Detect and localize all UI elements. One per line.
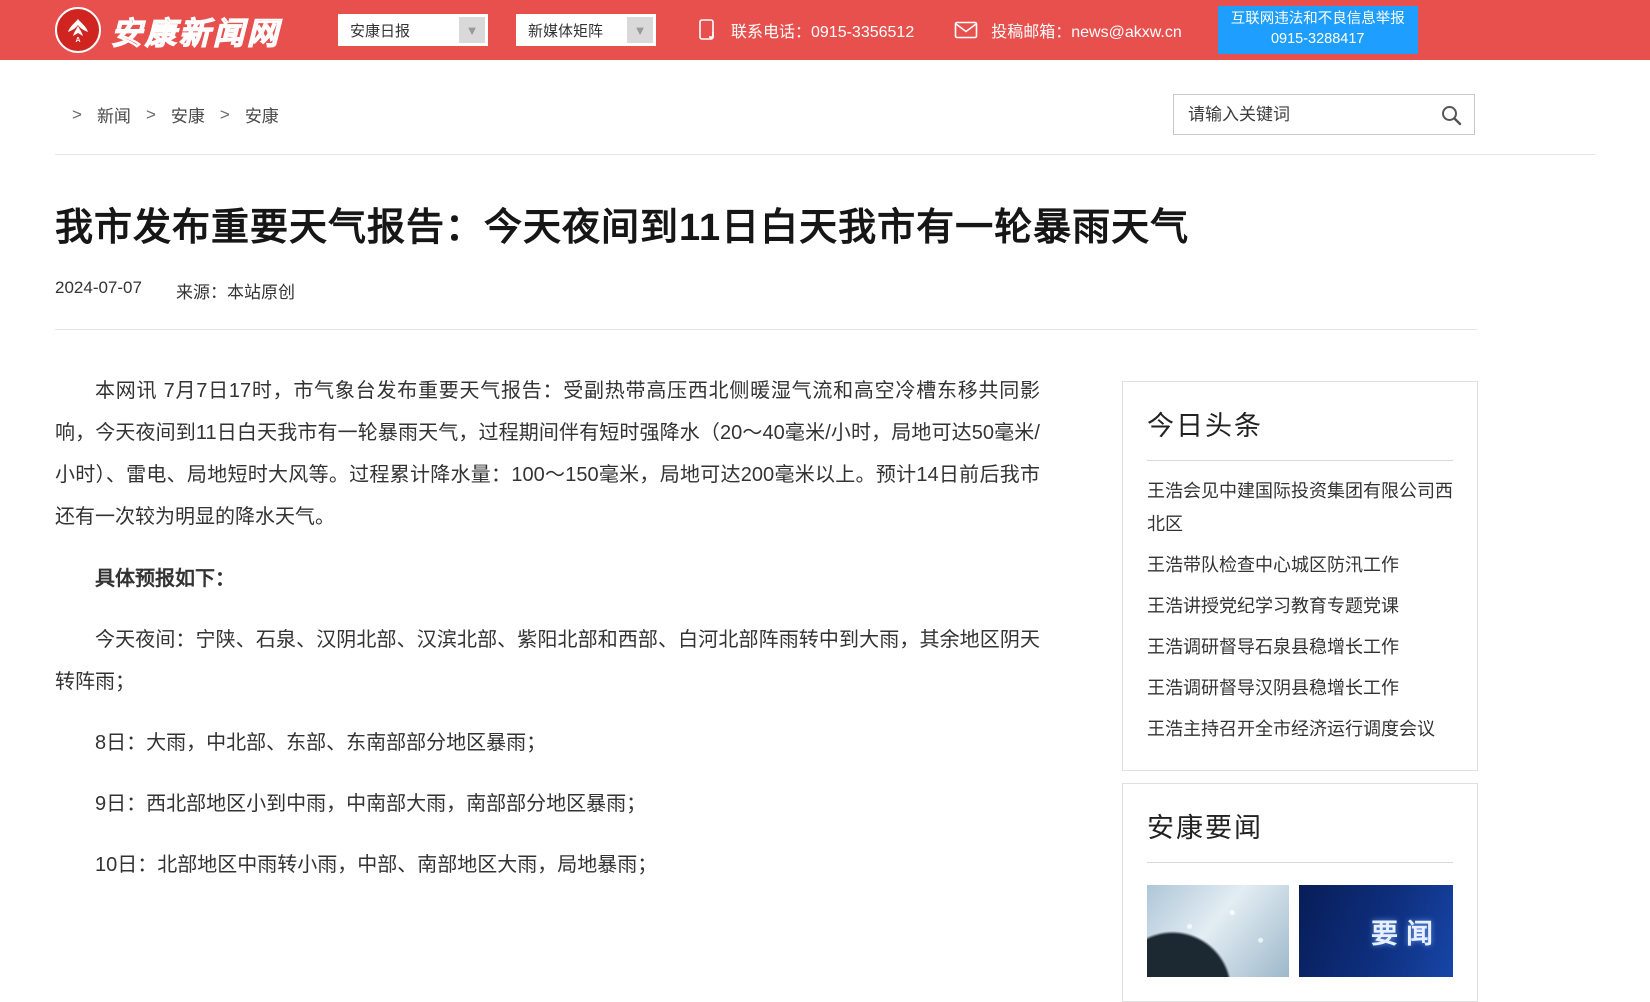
- ankang-news-panel: 安康要闻 要闻: [1122, 783, 1478, 1002]
- site-logo-text: 安康新闻网: [111, 8, 281, 53]
- breadcrumb-search-row: > 新闻 > 安康 > 安康: [0, 94, 1650, 135]
- contact-phone: 联系电话：0915-3356512: [698, 18, 914, 42]
- headline-link[interactable]: 王浩会见中建国际投资集团有限公司西北区: [1147, 475, 1453, 541]
- chevron-down-icon: ▼: [627, 17, 653, 43]
- logo-bird-icon: A: [55, 7, 101, 53]
- article-forecast-item: 10日：北部地区中雨转小雨，中部、南部地区大雨，局地暴雨；: [55, 844, 1040, 886]
- headline-link[interactable]: 王浩调研督导汉阴县稳增长工作: [1147, 672, 1453, 705]
- article-forecast-list: 今天夜间：宁陕、石泉、汉阴北部、汉滨北部、紫阳北部和西部、白河北部阵雨转中到大雨…: [55, 619, 1040, 886]
- breadcrumb-link[interactable]: 安康: [171, 102, 205, 127]
- breadcrumb-separator: >: [72, 105, 82, 125]
- article-forecast-item: 8日：大雨，中北部、东部、东南部部分地区暴雨；: [55, 722, 1040, 764]
- article-meta: 2024-07-07 来源：本站原创: [55, 278, 1595, 303]
- contact-phone-label: 联系电话：0915-3356512: [731, 18, 914, 42]
- svg-text:A: A: [75, 37, 80, 44]
- search-input[interactable]: [1186, 104, 1440, 126]
- report-line2: 0915-3288417: [1224, 30, 1412, 50]
- dropdown-new-media-matrix-label: 新媒体矩阵: [528, 20, 603, 41]
- breadcrumb: > 新闻 > 安康 > 安康: [72, 102, 279, 127]
- contact-email-label: 投稿邮箱：news@akxw.cn: [991, 18, 1182, 42]
- article-date: 2024-07-07: [55, 278, 142, 303]
- report-line1: 互联网违法和不良信息举报: [1224, 10, 1412, 30]
- breadcrumb-link[interactable]: 安康: [245, 102, 279, 127]
- dropdown-ankang-daily[interactable]: 安康日报 ▼: [338, 14, 488, 46]
- article-title: 我市发布重要天气报告：今天夜间到11日白天我市有一轮暴雨天气: [55, 196, 1595, 251]
- search-box: [1173, 94, 1475, 135]
- ankang-news-thumbnails: 要闻: [1147, 885, 1453, 977]
- news-thumbnail-yaowen[interactable]: 要闻: [1299, 885, 1453, 977]
- mail-icon: [954, 21, 978, 39]
- breadcrumb-separator: >: [220, 105, 230, 125]
- headline-link[interactable]: 王浩主持召开全市经济运行调度会议: [1147, 713, 1453, 746]
- headline-link[interactable]: 王浩讲授党纪学习教育专题党课: [1147, 590, 1453, 623]
- sidebar: 今日头条 王浩会见中建国际投资集团有限公司西北区 王浩带队检查中心城区防汛工作 …: [1122, 330, 1478, 1002]
- todays-headlines-title: 今日头条: [1147, 404, 1453, 461]
- news-thumbnail-yaowen-label: 要闻: [1371, 912, 1441, 951]
- headline-link[interactable]: 王浩带队检查中心城区防汛工作: [1147, 549, 1453, 582]
- main-content: 本网讯 7月7日17时，市气象台发布重要天气报告：受副热带高压西北侧暖湿气流和高…: [0, 330, 1650, 1002]
- breadcrumb-separator: >: [146, 105, 156, 125]
- news-thumbnail-rain-image[interactable]: [1147, 885, 1289, 977]
- article-forecast-item: 今天夜间：宁陕、石泉、汉阴北部、汉滨北部、紫阳北部和西部、白河北部阵雨转中到大雨…: [55, 619, 1040, 703]
- headline-link[interactable]: 王浩调研督导石泉县稳增长工作: [1147, 631, 1453, 664]
- article-intro-paragraph: 本网讯 7月7日17时，市气象台发布重要天气报告：受副热带高压西北侧暖湿气流和高…: [55, 370, 1040, 538]
- contact-email: 投稿邮箱：news@akxw.cn: [954, 18, 1182, 42]
- article-forecast-item: 9日：西北部地区小到中雨，中南部大雨，南部部分地区暴雨；: [55, 783, 1040, 825]
- ankang-news-title: 安康要闻: [1147, 806, 1453, 863]
- todays-headlines-panel: 今日头条 王浩会见中建国际投资集团有限公司西北区 王浩带队检查中心城区防汛工作 …: [1122, 381, 1478, 771]
- site-logo[interactable]: A 安康新闻网: [55, 7, 281, 53]
- article-source: 来源：本站原创: [176, 278, 295, 303]
- chevron-down-icon: ▼: [459, 17, 485, 43]
- breadcrumb-link[interactable]: 新闻: [97, 102, 131, 127]
- article-body: 本网讯 7月7日17时，市气象台发布重要天气报告：受副热带高压西北侧暖湿气流和高…: [55, 330, 1040, 905]
- phone-icon: [698, 18, 718, 42]
- todays-headlines-list: 王浩会见中建国际投资集团有限公司西北区 王浩带队检查中心城区防汛工作 王浩讲授党…: [1147, 475, 1453, 746]
- search-icon[interactable]: [1440, 104, 1462, 126]
- top-header-bar: A 安康新闻网 安康日报 ▼ 新媒体矩阵 ▼ 联系电话：0915-3356512: [0, 0, 1650, 60]
- dropdown-new-media-matrix[interactable]: 新媒体矩阵 ▼: [516, 14, 656, 46]
- illegal-content-report-button[interactable]: 互联网违法和不良信息举报 0915-3288417: [1218, 6, 1418, 53]
- article-forecast-heading: 具体预报如下：: [55, 558, 1040, 600]
- header-divider: [55, 154, 1595, 155]
- dropdown-ankang-daily-label: 安康日报: [350, 20, 410, 41]
